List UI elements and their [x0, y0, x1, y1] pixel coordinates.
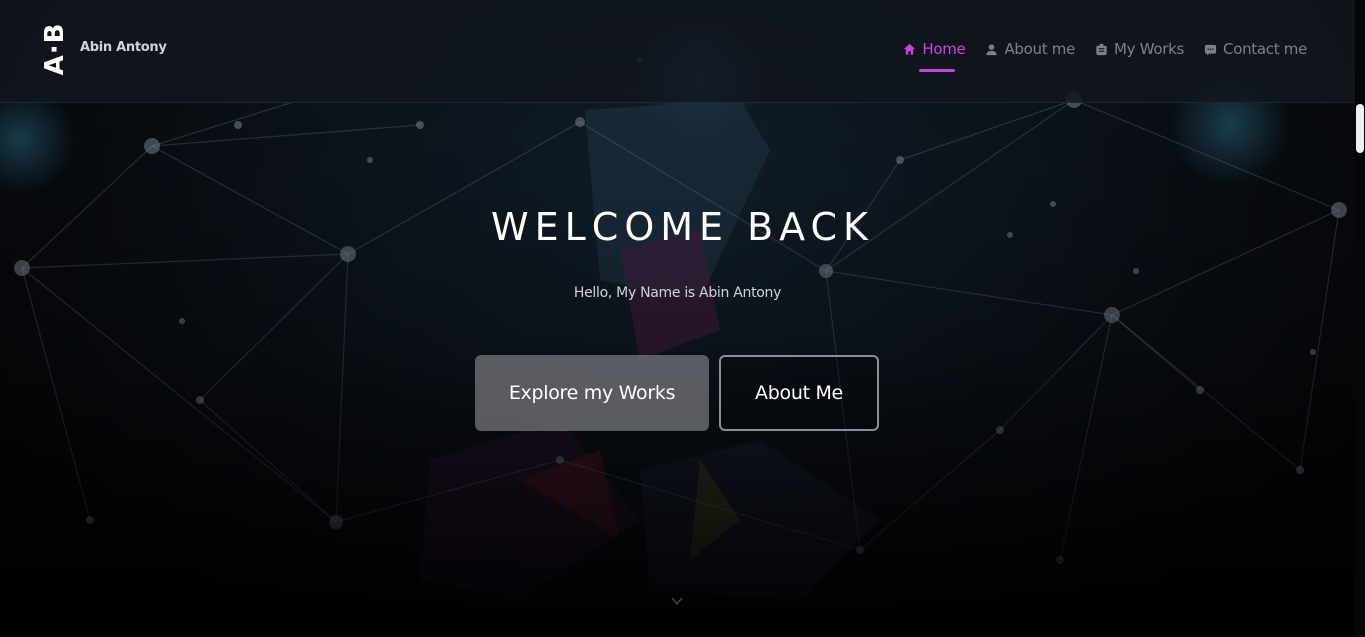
hero-subtitle: Hello, My Name is Abin Antony [573, 285, 782, 301]
nav-contact[interactable]: Contact me [1204, 38, 1307, 60]
nav-works[interactable]: My Works [1095, 38, 1184, 60]
scrollbar-track[interactable] [1355, 0, 1365, 637]
user-icon [986, 43, 998, 55]
about-me-button[interactable]: About Me [719, 355, 879, 431]
nav-about-label: About me [1004, 40, 1076, 58]
active-indicator [919, 69, 956, 72]
nav-contact-label: Contact me [1223, 40, 1307, 58]
top-navbar: A·B Abin Antony Home About me My Works C… [0, 0, 1355, 103]
nav-home[interactable]: Home [903, 38, 966, 72]
nav-works-label: My Works [1114, 40, 1185, 58]
home-icon [904, 43, 916, 55]
logo-text: A·B [40, 22, 70, 76]
logo[interactable]: A·B [30, 21, 80, 77]
brand-name[interactable]: Abin Antony [80, 40, 167, 55]
scrollbar-thumb[interactable] [1356, 104, 1364, 153]
explore-works-button[interactable]: Explore my Works [475, 355, 709, 431]
chat-icon [1204, 44, 1217, 56]
hero-title: WELCOME BACK [491, 205, 874, 249]
chevron-down-icon[interactable] [670, 595, 684, 607]
nav-home-label: Home [922, 40, 966, 58]
briefcase-icon [1096, 43, 1107, 55]
nav-about[interactable]: About me [985, 38, 1075, 60]
main-nav: Home About me My Works Contact me [903, 38, 1307, 72]
